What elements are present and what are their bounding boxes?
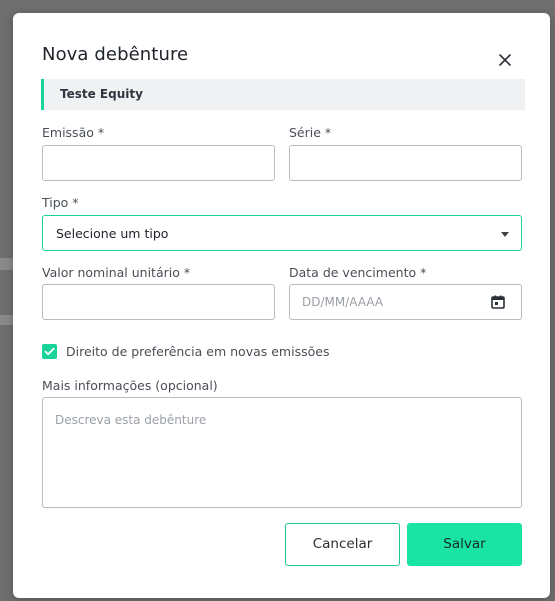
data-vencimento-label: Data de vencimento * xyxy=(289,265,427,280)
company-banner: Teste Equity xyxy=(41,79,525,110)
tipo-label: Tipo * xyxy=(42,195,79,210)
close-icon xyxy=(499,54,511,66)
close-button[interactable] xyxy=(496,51,514,69)
new-debenture-modal: Nova debênture Teste Equity Emissão * Sé… xyxy=(13,13,550,598)
modal-title: Nova debênture xyxy=(42,44,189,65)
valor-nominal-label: Valor nominal unitário * xyxy=(42,265,191,280)
serie-input[interactable] xyxy=(289,145,522,181)
data-vencimento-input[interactable]: DD/MM/AAAA xyxy=(289,284,522,320)
serie-label: Série * xyxy=(289,125,332,140)
mais-info-label: Mais informações (opcional) xyxy=(42,378,218,393)
emissao-input[interactable] xyxy=(42,145,275,181)
chevron-down-icon xyxy=(501,232,509,237)
backdrop-edge xyxy=(0,315,14,325)
check-icon xyxy=(44,347,55,356)
preferencia-checkbox[interactable] xyxy=(42,344,57,359)
emissao-label: Emissão * xyxy=(42,125,105,140)
calendar-icon[interactable] xyxy=(490,294,506,310)
backdrop-edge xyxy=(0,258,14,270)
preferencia-label: Direito de preferência em novas emissões xyxy=(66,344,330,359)
data-vencimento-placeholder: DD/MM/AAAA xyxy=(302,295,384,309)
save-button[interactable]: Salvar xyxy=(407,523,522,566)
mais-info-placeholder: Descreva esta debênture xyxy=(55,413,207,427)
tipo-selected-value: Selecione um tipo xyxy=(56,226,169,241)
cancel-button[interactable]: Cancelar xyxy=(285,523,400,566)
company-name: Teste Equity xyxy=(60,87,143,101)
tipo-select[interactable]: Selecione um tipo xyxy=(42,215,522,251)
valor-nominal-input[interactable] xyxy=(42,284,275,320)
mais-info-textarea[interactable]: Descreva esta debênture xyxy=(42,397,522,508)
